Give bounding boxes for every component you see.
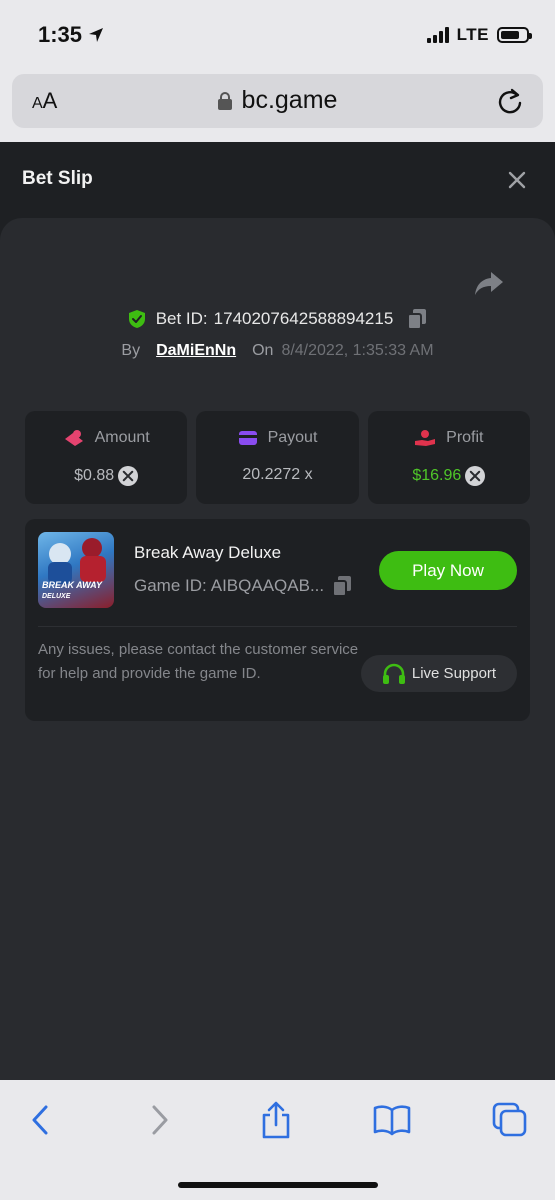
bet-id-label: Bet ID: — [155, 309, 208, 328]
amount-label: Amount — [94, 429, 150, 446]
bet-datetime: 8/4/2022, 1:35:33 AM — [281, 342, 434, 359]
lock-icon — [217, 91, 232, 110]
thumbnail-title-line1: BREAK AWAY — [42, 580, 103, 590]
bet-id-row: Bet ID: 1740207642588894215 — [0, 308, 555, 330]
amount-card: Amount $0.88 — [25, 411, 188, 504]
shield-check-icon — [128, 310, 145, 328]
browser-toolbar — [0, 1080, 555, 1200]
profit-card: Profit $16.96 — [367, 411, 530, 504]
location-arrow-icon — [89, 28, 104, 42]
bet-amount-icon — [64, 430, 83, 446]
share-arrow-icon[interactable] — [473, 270, 505, 298]
bookmarks-button[interactable] — [372, 1100, 412, 1140]
game-id-row: Game ID: AIBQAAQAB... — [134, 575, 352, 597]
copy-icon[interactable] — [332, 575, 352, 597]
by-label: By — [121, 342, 141, 359]
bet-id-value: 1740207642588894215 — [213, 309, 394, 328]
status-bar: 1:35 LTE — [0, 0, 555, 70]
home-indicator — [178, 1182, 378, 1188]
share-icon — [262, 1101, 290, 1139]
headphones-icon — [382, 663, 405, 684]
help-text: Any issues, please contact the customer … — [38, 641, 359, 682]
thumbnail-title: BREAK AWAY DELUXE — [42, 580, 102, 602]
game-id-label: Game ID: — [134, 576, 207, 595]
chevron-left-icon — [32, 1105, 48, 1135]
reload-icon[interactable] — [495, 86, 525, 116]
game-card: BREAK AWAY DELUXE Break Away Deluxe Game… — [25, 519, 530, 721]
share-button[interactable] — [256, 1100, 296, 1140]
bet-detail-panel: Bet ID: 1740207642588894215 By DaMiEnNn … — [0, 218, 555, 1080]
username-link[interactable]: DaMiEnNn — [156, 342, 236, 360]
browser-address-area: AA bc.game — [0, 70, 555, 142]
live-support-button[interactable]: Live Support — [361, 655, 517, 692]
game-thumbnail[interactable]: BREAK AWAY DELUXE — [38, 532, 114, 608]
screen: 1:35 LTE AA bc.game Bet Slip Bet ID: 174… — [0, 0, 555, 1200]
live-support-label: Live Support — [411, 665, 497, 682]
bet-slip-title: Bet Slip — [22, 168, 93, 189]
chevron-right-icon — [152, 1105, 168, 1135]
payout-card: Payout 20.2272 x — [196, 411, 359, 504]
bet-stats: Amount $0.88 Payout 20.2272 x Profit $16… — [25, 411, 530, 504]
bettor-row: By DaMiEnNn On 8/4/2022, 1:35:33 AM — [0, 342, 555, 360]
divider — [38, 626, 517, 627]
profit-hand-icon — [415, 430, 436, 446]
thumbnail-title-line2: DELUXE — [42, 593, 71, 600]
url-text: bc.game — [241, 86, 338, 114]
bet-slip-header: Bet Slip — [0, 142, 555, 218]
play-now-button[interactable]: Play Now — [379, 551, 517, 590]
book-icon — [373, 1105, 411, 1136]
battery-icon — [497, 27, 532, 43]
wallet-icon — [238, 431, 257, 445]
back-button[interactable] — [20, 1100, 60, 1140]
forward-button[interactable] — [140, 1100, 180, 1140]
payout-label: Payout — [267, 429, 318, 446]
cellular-signal-icon — [426, 27, 449, 43]
payout-value: 20.2272 x — [242, 466, 313, 483]
profit-label: Profit — [446, 429, 484, 446]
copy-icon[interactable] — [407, 308, 427, 330]
amount-value: $0.88 — [74, 467, 115, 484]
tabs-button[interactable] — [490, 1100, 530, 1140]
status-indicators: LTE — [426, 25, 532, 45]
coin-icon — [465, 466, 486, 486]
status-time: 1:35 — [38, 22, 83, 47]
status-time-group: 1:35 — [38, 22, 104, 48]
network-type: LTE — [456, 25, 489, 44]
game-name: Break Away Deluxe — [134, 543, 282, 562]
coin-icon — [118, 466, 139, 486]
profit-value: $16.96 — [412, 467, 462, 484]
address-bar[interactable]: AA bc.game — [12, 74, 543, 128]
tabs-icon — [492, 1102, 527, 1137]
close-icon[interactable] — [505, 168, 529, 192]
url-display[interactable]: bc.game — [12, 86, 543, 115]
on-label: On — [252, 342, 274, 359]
game-id-value: AIBQAAQAB... — [210, 576, 325, 595]
